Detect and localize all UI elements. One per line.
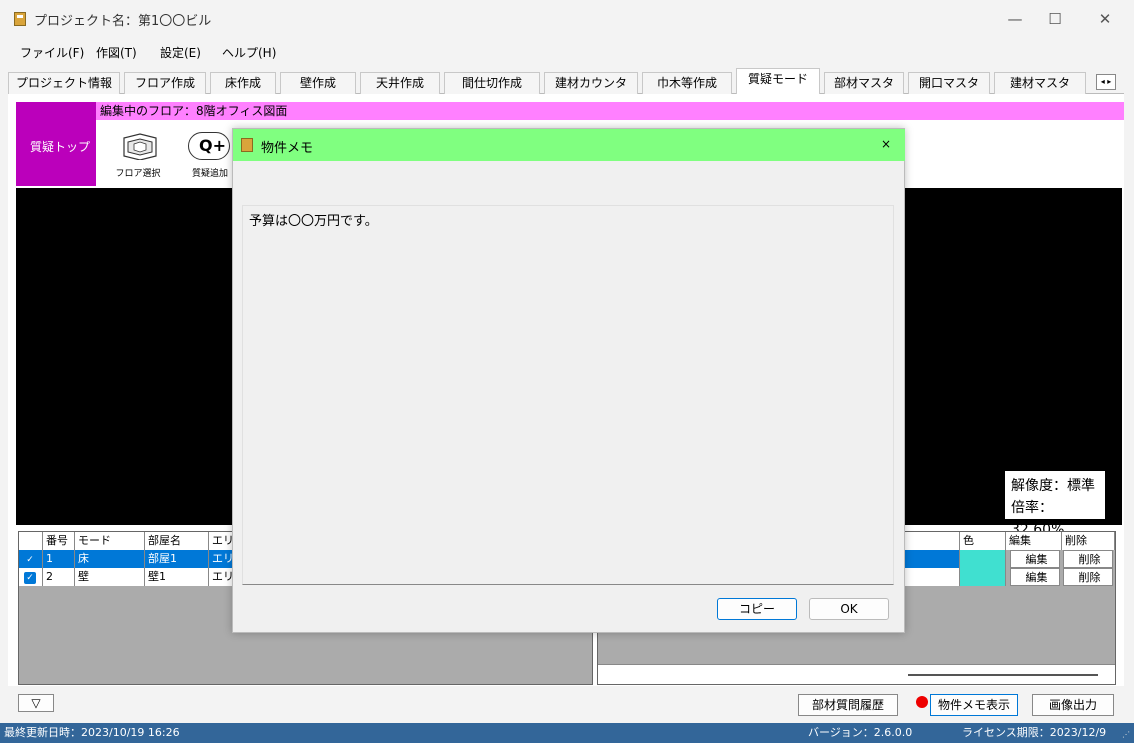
property-memo-button[interactable]: 物件メモ表示: [930, 694, 1018, 716]
window-title: プロジェクト名：第1〇〇ビル: [34, 14, 212, 29]
dialog-title-bar[interactable]: 物件メモ ×: [233, 129, 905, 161]
maximize-button[interactable]: ☐: [1040, 8, 1070, 30]
tab-part-master[interactable]: 部材マスタ: [824, 72, 904, 94]
delete-button[interactable]: 削除: [1063, 568, 1113, 586]
header-room: 部屋名: [145, 532, 209, 550]
tab-floor-surface[interactable]: 床作成: [210, 72, 276, 94]
tab-material-counter[interactable]: 建材カウンタ: [544, 72, 638, 94]
tab-project-info[interactable]: プロジェクト情報: [8, 72, 120, 94]
menu-file[interactable]: ファイル(F): [20, 44, 84, 61]
tab-baseboard[interactable]: 巾木等作成: [642, 72, 732, 94]
copy-button[interactable]: コピー: [717, 598, 797, 620]
tab-partition[interactable]: 間仕切作成: [444, 72, 540, 94]
part-question-history-button[interactable]: 部材質問履歴: [798, 694, 898, 716]
tab-scroll-arrows[interactable]: ◂ ▸: [1096, 74, 1116, 90]
dialog-title: 物件メモ: [261, 141, 314, 156]
bottom-toolbar: ▽ 部材質問履歴 物件メモ表示 画像出力: [8, 690, 1124, 716]
tab-opening-master[interactable]: 開口マスタ: [908, 72, 990, 94]
close-window-button[interactable]: ✕: [1090, 8, 1120, 30]
row-color-swatch: [960, 550, 1006, 568]
menu-draw[interactable]: 作図(T): [96, 44, 137, 61]
resolution-label: 解像度：標準: [1011, 478, 1095, 494]
tab-material-master[interactable]: 建材マスタ: [994, 72, 1086, 94]
floor-select-label: フロア選択: [115, 169, 161, 179]
viewer-info: 解像度：標準 倍率：32.60%: [1004, 470, 1106, 538]
floor-select-icon[interactable]: [118, 130, 160, 160]
expand-toggle-button[interactable]: ▽: [18, 694, 54, 712]
memo-text-area[interactable]: 予算は〇〇万円です。: [242, 205, 894, 585]
license-label: ライセンス期限：2023/12/9: [962, 726, 1107, 739]
question-top-button[interactable]: 質疑トップ: [16, 102, 96, 186]
last-updated-label: 最終更新日時：2023/10/19 16:26: [4, 726, 180, 739]
edit-button[interactable]: 編集: [1010, 550, 1060, 568]
add-question-icon[interactable]: Q+: [188, 132, 230, 160]
image-export-button[interactable]: 画像出力: [1032, 694, 1114, 716]
header-color: 色: [960, 532, 1006, 550]
tab-bar: プロジェクト情報 フロア作成 床作成 壁作成 天井作成 間仕切作成 建材カウンタ…: [8, 68, 1124, 95]
dialog-app-icon: [241, 138, 253, 152]
header-mode: モード: [75, 532, 145, 550]
menu-help[interactable]: ヘルプ(H): [222, 44, 276, 61]
header-edit: 編集: [1006, 532, 1062, 550]
horizontal-scrollbar[interactable]: [598, 664, 1115, 684]
dialog-close-button[interactable]: ×: [881, 137, 891, 151]
header-delete: 削除: [1062, 532, 1115, 550]
tab-floor-create[interactable]: フロア作成: [124, 72, 206, 94]
row-color-swatch: [960, 568, 1006, 586]
record-dot-icon: [916, 695, 931, 709]
menu-settings[interactable]: 設定(E): [160, 44, 201, 61]
title-bar: プロジェクト名：第1〇〇ビル — ☐ ✕: [0, 0, 1134, 38]
editing-floor-label: 編集中のフロア：8階オフィス図面: [96, 102, 1124, 120]
property-memo-dialog: 物件メモ × 予算は〇〇万円です。 コピー OK: [232, 128, 905, 633]
app-icon: [14, 12, 26, 26]
status-bar: 最終更新日時：2023/10/19 16:26 バージョン：2.6.0.0 ライ…: [0, 723, 1134, 743]
resize-grip-icon[interactable]: ⋰: [1122, 725, 1130, 743]
minimize-button[interactable]: —: [1000, 8, 1030, 30]
tab-wall[interactable]: 壁作成: [280, 72, 356, 94]
menu-bar: ファイル(F) 作図(T) 設定(E) ヘルプ(H): [0, 38, 1134, 66]
ok-button[interactable]: OK: [809, 598, 889, 620]
tab-question-mode[interactable]: 質疑モード: [736, 68, 820, 95]
version-label: バージョン：2.6.0.0: [808, 726, 913, 739]
delete-button[interactable]: 削除: [1063, 550, 1113, 568]
tab-ceiling[interactable]: 天井作成: [360, 72, 440, 94]
header-no: 番号: [43, 532, 75, 550]
row-checkbox[interactable]: ✓: [24, 572, 36, 584]
edit-button[interactable]: 編集: [1010, 568, 1060, 586]
row-checkbox[interactable]: ✓: [24, 554, 36, 566]
